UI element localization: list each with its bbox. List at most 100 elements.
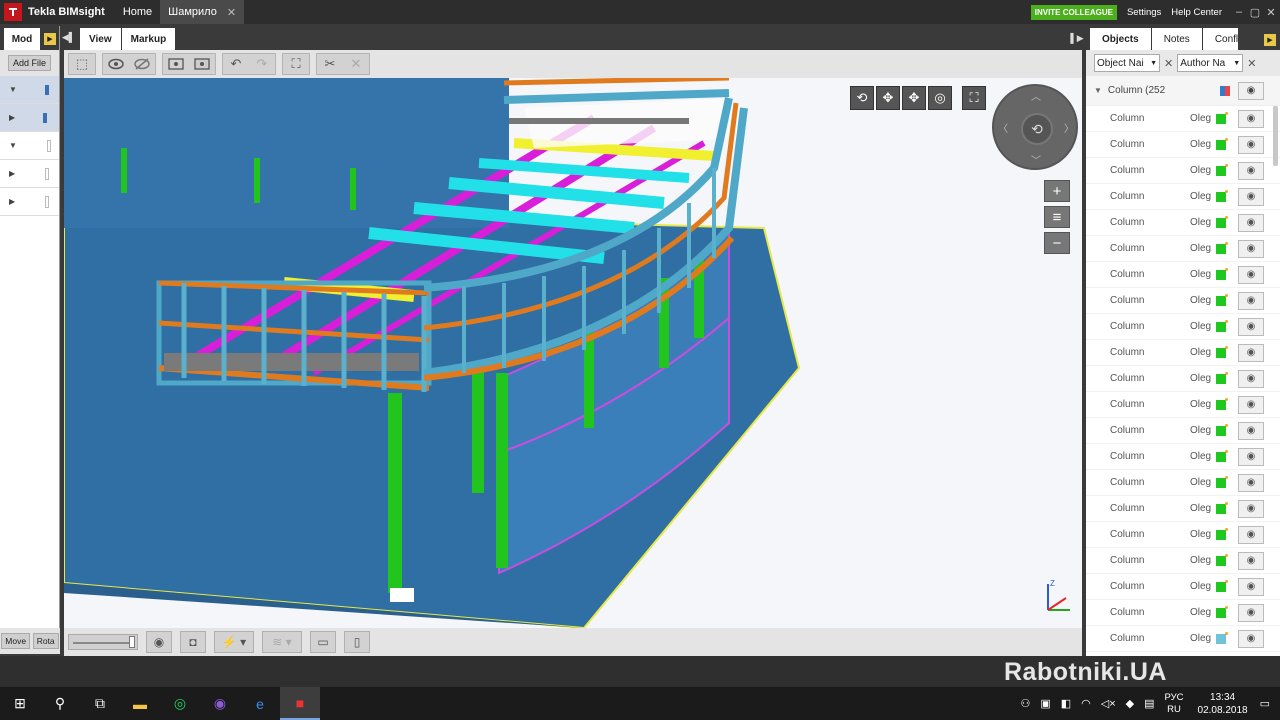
nav-down-icon[interactable]: ﹀	[1031, 152, 1041, 167]
nav-right-icon[interactable]: 〉	[1064, 120, 1074, 135]
slider-handle[interactable]	[129, 636, 135, 648]
object-row[interactable]: Column Oleg ◉	[1086, 548, 1280, 574]
help-center-link[interactable]: Help Center	[1171, 7, 1222, 18]
eye-icon[interactable]: ◉	[1238, 343, 1264, 362]
pan-icon[interactable]: ✥	[876, 86, 900, 110]
volume-icon[interactable]: ◁×	[1101, 697, 1116, 710]
lightning-dropdown-icon[interactable]: ⚡ ▾	[214, 631, 254, 653]
tray-app-icon[interactable]: ▤	[1144, 697, 1154, 710]
object-row[interactable]: Column Oleg ◉	[1086, 262, 1280, 288]
move-icon[interactable]: ✥	[902, 86, 926, 110]
object-row[interactable]: Column Oleg ◉	[1086, 574, 1280, 600]
select-area-icon[interactable]: ⬚	[69, 54, 95, 74]
section-box-icon[interactable]: ◘	[180, 631, 206, 653]
collapse-icon[interactable]: ▼	[1094, 86, 1102, 95]
tab-objects[interactable]: Objects	[1090, 28, 1151, 50]
collapse-icon[interactable]: ▼	[9, 85, 17, 94]
tekla-taskbar-icon[interactable]: ■	[280, 687, 320, 720]
collapse-right-panel-icon[interactable]: ▌▶	[1070, 26, 1084, 50]
author-name-filter[interactable]: Author Na ▼	[1177, 54, 1244, 72]
object-row[interactable]: Column Oleg ◉	[1086, 184, 1280, 210]
maximize-icon[interactable]: ▢	[1248, 6, 1262, 19]
eye-icon[interactable]: ◉	[1238, 239, 1264, 258]
expand-icon[interactable]: ▶	[9, 113, 15, 122]
viber-icon[interactable]: ◉	[200, 687, 240, 720]
tab-models[interactable]: Mod	[4, 28, 40, 50]
object-row[interactable]: Column Oleg ◉	[1086, 366, 1280, 392]
undo-icon[interactable]: ↶	[223, 54, 249, 74]
zoom-in-icon[interactable]: +	[1044, 180, 1070, 202]
tab-home[interactable]: Home	[115, 0, 160, 24]
objects-scrollbar[interactable]	[1273, 106, 1278, 166]
add-file-button[interactable]: Add File	[8, 55, 52, 71]
expand-arrow-icon[interactable]: ▶	[44, 33, 56, 45]
nav-up-icon[interactable]: ︿	[1031, 88, 1041, 103]
eye-icon[interactable]: ◉	[1238, 395, 1264, 414]
invite-colleague-button[interactable]: INVITE COLLEAGUE	[1030, 4, 1117, 20]
fullscreen-icon[interactable]: ⛶	[962, 86, 986, 110]
zoom-slider-icon[interactable]: ≡	[1044, 206, 1070, 228]
object-row[interactable]: Column Oleg ◉	[1086, 106, 1280, 132]
eye-icon[interactable]: ◉	[1238, 161, 1264, 180]
eye-icon[interactable]: ◉	[1238, 291, 1264, 310]
object-name-filter[interactable]: Object Nai ▼	[1094, 54, 1160, 72]
eye-icon[interactable]: ◉	[1238, 317, 1264, 336]
language-indicator[interactable]: РУС RU	[1165, 692, 1184, 716]
visibility-eye-icon[interactable]: ◉	[146, 631, 172, 653]
model-tree-row[interactable]: ▼	[0, 76, 59, 104]
clip-plane-icon[interactable]: ✂	[317, 54, 343, 74]
object-row[interactable]: Column Oleg ◉	[1086, 626, 1280, 652]
eye-icon[interactable]: ◉	[1238, 603, 1264, 622]
transparency-slider[interactable]	[68, 634, 138, 650]
task-view-icon[interactable]: ⧉	[80, 687, 120, 720]
model-checkbox[interactable]	[45, 167, 50, 180]
eye-icon[interactable]: ◉	[1238, 447, 1264, 466]
nav-left-icon[interactable]: 〈	[998, 120, 1008, 135]
expand-icon[interactable]: ▶	[9, 169, 15, 178]
eye-icon[interactable]: ◉	[1238, 135, 1264, 154]
clock[interactable]: 13:34 02.08.2018	[1198, 691, 1248, 717]
close-tab-icon[interactable]: ✕	[227, 6, 236, 19]
object-row[interactable]: Column Oleg ◉	[1086, 392, 1280, 418]
people-icon[interactable]: ⚇	[1020, 697, 1030, 710]
edge-icon[interactable]: e	[240, 687, 280, 720]
redo-icon[interactable]: ↷	[249, 54, 275, 74]
tab-notes[interactable]: Notes	[1151, 28, 1202, 50]
move-button[interactable]: Move	[1, 633, 31, 649]
model-checkbox[interactable]	[46, 139, 51, 152]
orbit-center-icon[interactable]: ⟲	[1021, 113, 1053, 145]
eye-icon[interactable]: ◉	[1238, 369, 1264, 388]
model-checkbox[interactable]	[45, 195, 50, 208]
eye-icon[interactable]: ◉	[1238, 551, 1264, 570]
hide-eye-icon[interactable]	[129, 54, 155, 74]
model-tree-row[interactable]: ▶	[0, 160, 59, 188]
settings-link[interactable]: Settings	[1127, 7, 1161, 18]
close-window-icon[interactable]: ✕	[1264, 6, 1278, 19]
object-row[interactable]: Column Oleg ◉	[1086, 340, 1280, 366]
fit-all-icon[interactable]: ⛶	[283, 54, 309, 74]
isolate-view-icon[interactable]	[189, 54, 215, 74]
eye-icon[interactable]: ◉	[1238, 525, 1264, 544]
tab-markup[interactable]: Markup	[121, 28, 176, 50]
model-tree-row[interactable]: ▼	[0, 132, 59, 160]
eye-icon[interactable]: ◉	[1238, 81, 1264, 100]
wifi-icon[interactable]: ◠	[1081, 697, 1091, 710]
dropbox-icon[interactable]: ◆	[1126, 697, 1134, 710]
tray-app-icon[interactable]: ◧	[1061, 697, 1071, 710]
rotate-view-icon[interactable]: ◎	[928, 86, 952, 110]
eye-icon[interactable]: ◉	[1238, 473, 1264, 492]
object-row[interactable]: Column Oleg ◉	[1086, 418, 1280, 444]
layers-dropdown-icon[interactable]: ≋ ▾	[262, 631, 302, 653]
search-icon[interactable]: ⚲	[40, 687, 80, 720]
model-tree-row[interactable]: ▶	[0, 188, 59, 216]
3d-model-scene[interactable]	[64, 78, 1082, 628]
expand-icon[interactable]: ▶	[9, 197, 15, 206]
object-row[interactable]: Column Oleg ◉	[1086, 236, 1280, 262]
notification-icon[interactable]: ▭	[1260, 697, 1270, 710]
object-row[interactable]: Column Oleg ◉	[1086, 522, 1280, 548]
show-eye-icon[interactable]	[103, 54, 129, 74]
document-icon[interactable]: ▯	[344, 631, 370, 653]
windows-start-icon[interactable]: ⊞	[0, 687, 40, 720]
object-row[interactable]: Column Oleg ◉	[1086, 288, 1280, 314]
object-row[interactable]: Column Oleg ◉	[1086, 496, 1280, 522]
